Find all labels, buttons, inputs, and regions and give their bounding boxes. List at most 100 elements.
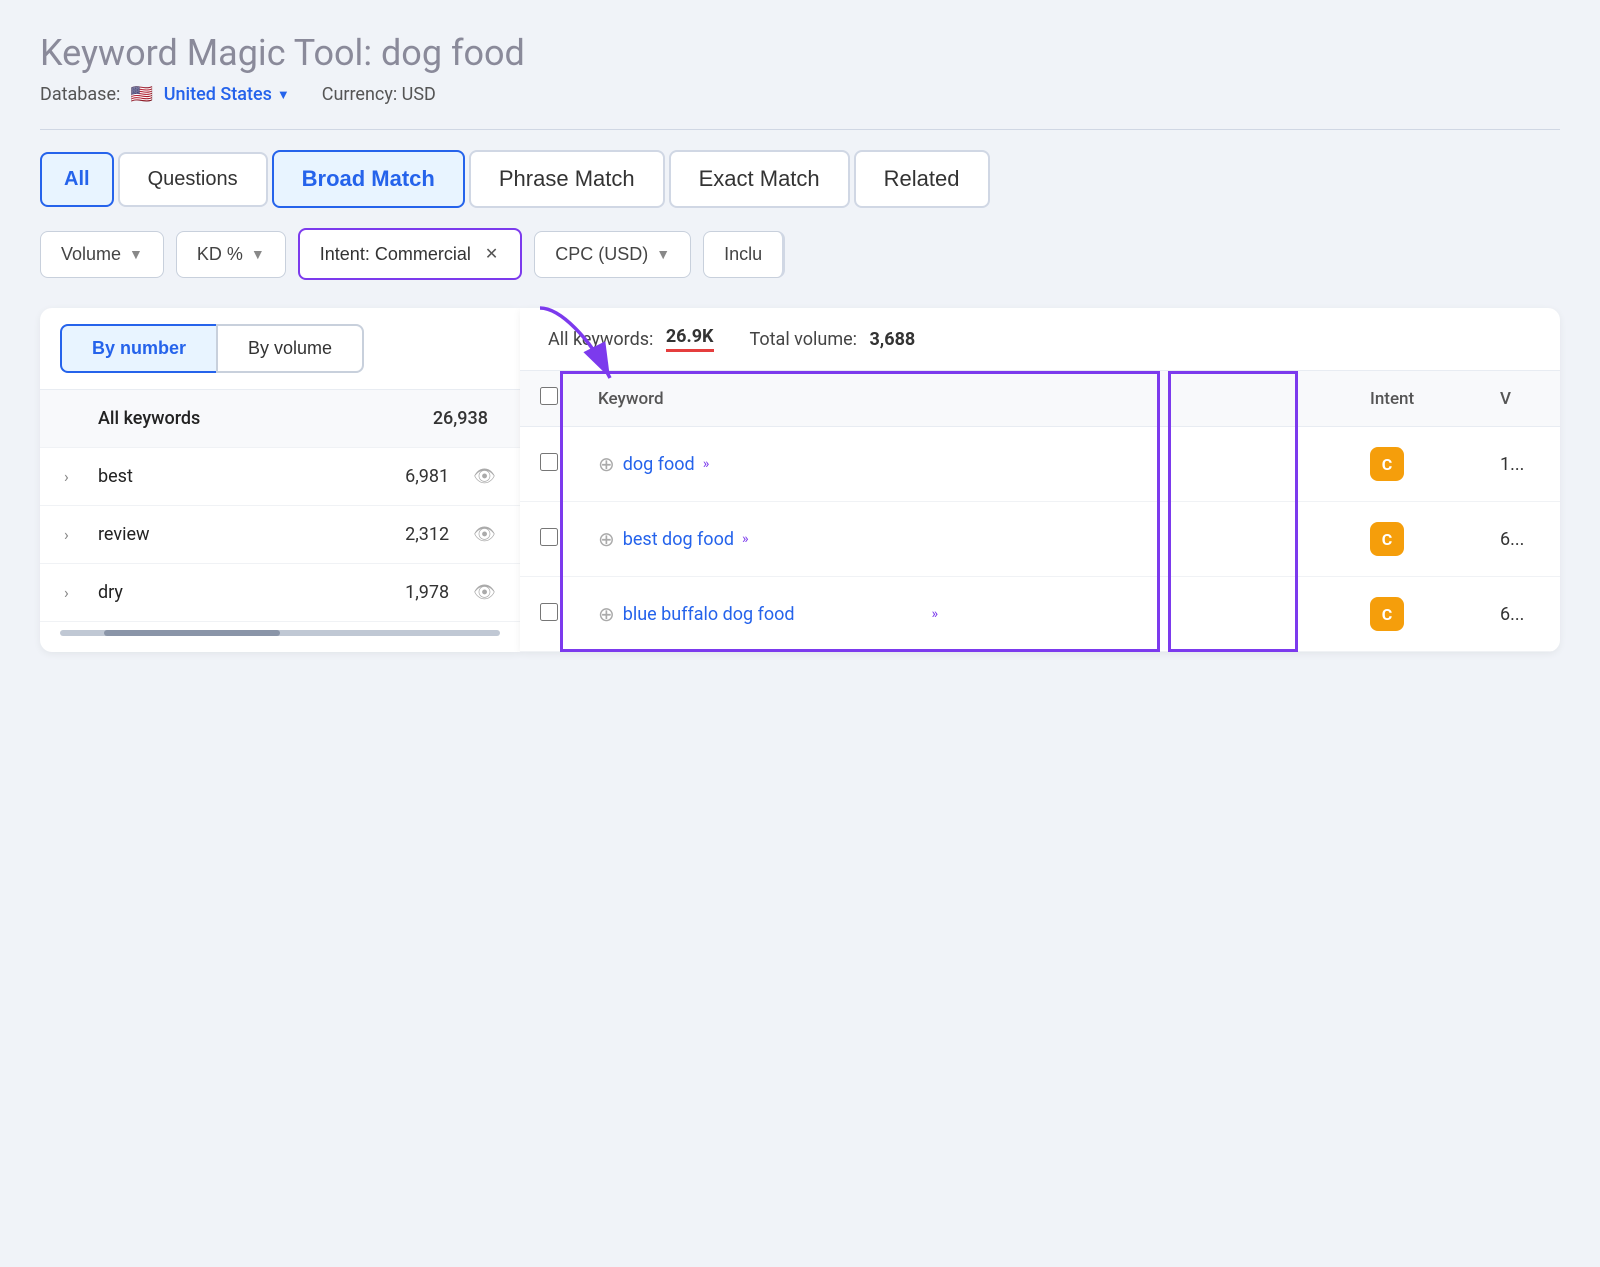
table-row: ⊕ blue buffalo dog food » C 6... [520, 577, 1560, 652]
volume-cell: 6... [1480, 502, 1560, 577]
tab-all[interactable]: All [40, 152, 114, 207]
double-arrow-icon[interactable]: » [931, 606, 938, 622]
add-circle-icon[interactable]: ⊕ [598, 452, 615, 476]
sidebar-all-keywords: All keywords 26,938 [40, 390, 520, 448]
eye-icon[interactable]: 👁 [473, 524, 496, 545]
title-prefix: Keyword Magic Tool: [40, 32, 372, 74]
keyword-link[interactable]: ⊕ blue buffalo dog food » [598, 602, 938, 626]
keyword-label: review [98, 524, 389, 545]
table-row: ⊕ best dog food » C 6... [520, 502, 1560, 577]
table-header-row: Keyword Intent V [520, 371, 1560, 427]
keyword-count: 2,312 [405, 524, 449, 545]
tab-broad-match[interactable]: Broad Match [272, 150, 465, 208]
row-checkbox[interactable] [540, 528, 558, 546]
kd-filter[interactable]: KD % ▼ [176, 231, 286, 278]
kd-label: KD % [197, 244, 243, 265]
cpc-label: CPC (USD) [555, 244, 648, 265]
row-checkbox[interactable] [540, 453, 558, 471]
double-arrow-icon[interactable]: » [703, 456, 710, 472]
sidebar-keywords: All keywords 26,938 › best 6,981 👁 › rev… [40, 390, 520, 622]
keyword-label: dry [98, 582, 389, 603]
intent-label: Intent: Commercial [320, 244, 471, 265]
sidebar-scrollbar[interactable] [60, 630, 500, 636]
expand-icon[interactable]: › [64, 525, 82, 544]
summary-bar: All keywords: 26.9K Total volume: 3,688 [520, 308, 1560, 371]
volume-cell: 6... [1480, 577, 1560, 652]
keyword-count: 6,981 [405, 466, 449, 487]
intent-badge: C [1370, 597, 1404, 631]
expand-icon[interactable]: › [64, 583, 82, 602]
keyword-cell: ⊕ blue buffalo dog food » [578, 577, 1350, 652]
view-toggle: By number By volume [40, 308, 520, 390]
keyword-link[interactable]: ⊕ dog food » [598, 452, 1330, 476]
th-volume[interactable]: V [1480, 371, 1560, 427]
keyword-label: best [98, 466, 389, 487]
keyword-text: dog food [623, 454, 695, 475]
title-query: dog food [381, 32, 525, 74]
chevron-down-icon: ▼ [656, 246, 670, 262]
row-checkbox[interactable] [540, 603, 558, 621]
intent-badge: C [1370, 522, 1404, 556]
sidebar-row: › review 2,312 👁 [40, 506, 520, 564]
sidebar: By number By volume All keywords 26,938 … [40, 308, 520, 652]
tab-phrase-match[interactable]: Phrase Match [469, 150, 665, 208]
th-checkbox [520, 371, 578, 427]
chevron-down-icon: ▼ [129, 246, 143, 262]
intent-cell: C [1350, 577, 1480, 652]
volume-label: Volume [61, 244, 121, 265]
us-flag-icon: 🇺🇸 [131, 84, 153, 105]
all-keywords-count: 26,938 [433, 408, 488, 429]
row-checkbox-cell [520, 502, 578, 577]
database-selector[interactable]: United States ▼ [164, 84, 290, 105]
tabs-row: All Questions Broad Match Phrase Match E… [40, 150, 1560, 208]
keyword-table: Keyword Intent V [520, 371, 1560, 652]
double-arrow-icon[interactable]: » [742, 531, 749, 547]
keyword-text: blue buffalo dog food [623, 604, 924, 625]
all-keywords-summary-label: All keywords: [548, 329, 658, 350]
page-title: Keyword Magic Tool: dog food [40, 32, 1560, 74]
sidebar-row: › best 6,981 👁 [40, 448, 520, 506]
include-label: Inclu [724, 244, 762, 265]
include-filter[interactable]: Inclu [703, 231, 785, 278]
keyword-link[interactable]: ⊕ best dog food » [598, 527, 1330, 551]
table-wrapper: Keyword Intent V [520, 371, 1560, 652]
eye-icon[interactable]: 👁 [473, 466, 496, 487]
right-content: All keywords: 26.9K Total volume: 3,688 [520, 308, 1560, 652]
tab-exact-match[interactable]: Exact Match [669, 150, 850, 208]
add-circle-icon[interactable]: ⊕ [598, 527, 615, 551]
volume-cell: 1... [1480, 427, 1560, 502]
tab-related[interactable]: Related [854, 150, 990, 208]
sidebar-row: › dry 1,978 👁 [40, 564, 520, 622]
keyword-text: best dog food [623, 529, 734, 550]
cpc-filter[interactable]: CPC (USD) ▼ [534, 231, 691, 278]
row-checkbox-cell [520, 577, 578, 652]
by-number-toggle[interactable]: By number [60, 324, 216, 373]
intent-cell: C [1350, 502, 1480, 577]
sidebar-scroll-thumb[interactable] [104, 630, 280, 636]
th-intent[interactable]: Intent [1350, 371, 1480, 427]
tab-questions[interactable]: Questions [118, 152, 268, 207]
total-volume-label: Total volume: [750, 329, 862, 350]
total-volume-value: 3,688 [869, 329, 915, 350]
volume-filter[interactable]: Volume ▼ [40, 231, 164, 278]
all-keywords-summary-value: 26.9K [666, 326, 714, 352]
th-keyword[interactable]: Keyword [578, 371, 1350, 427]
keyword-count: 1,978 [405, 582, 449, 603]
select-all-checkbox[interactable] [540, 387, 558, 405]
all-keywords-label: All keywords [98, 408, 417, 429]
add-circle-icon[interactable]: ⊕ [598, 602, 615, 626]
chevron-down-icon: ▼ [277, 87, 290, 103]
chevron-down-icon: ▼ [251, 246, 265, 262]
database-row: Database: 🇺🇸 United States ▼ Currency: U… [40, 84, 1560, 105]
eye-icon[interactable]: 👁 [473, 582, 496, 603]
filters-row: Volume ▼ KD % ▼ Intent: Commercial ✕ CPC… [40, 228, 1560, 280]
currency-label: Currency: USD [322, 84, 436, 105]
close-icon[interactable]: ✕ [483, 242, 500, 266]
database-label: Database: 🇺🇸 United States ▼ [40, 84, 290, 105]
intent-filter[interactable]: Intent: Commercial ✕ [298, 228, 522, 280]
keyword-cell: ⊕ best dog food » [578, 502, 1350, 577]
main-content: By number By volume All keywords 26,938 … [40, 308, 1560, 652]
keyword-cell: ⊕ dog food » [578, 427, 1350, 502]
expand-icon[interactable]: › [64, 467, 82, 486]
by-volume-toggle[interactable]: By volume [216, 324, 364, 373]
